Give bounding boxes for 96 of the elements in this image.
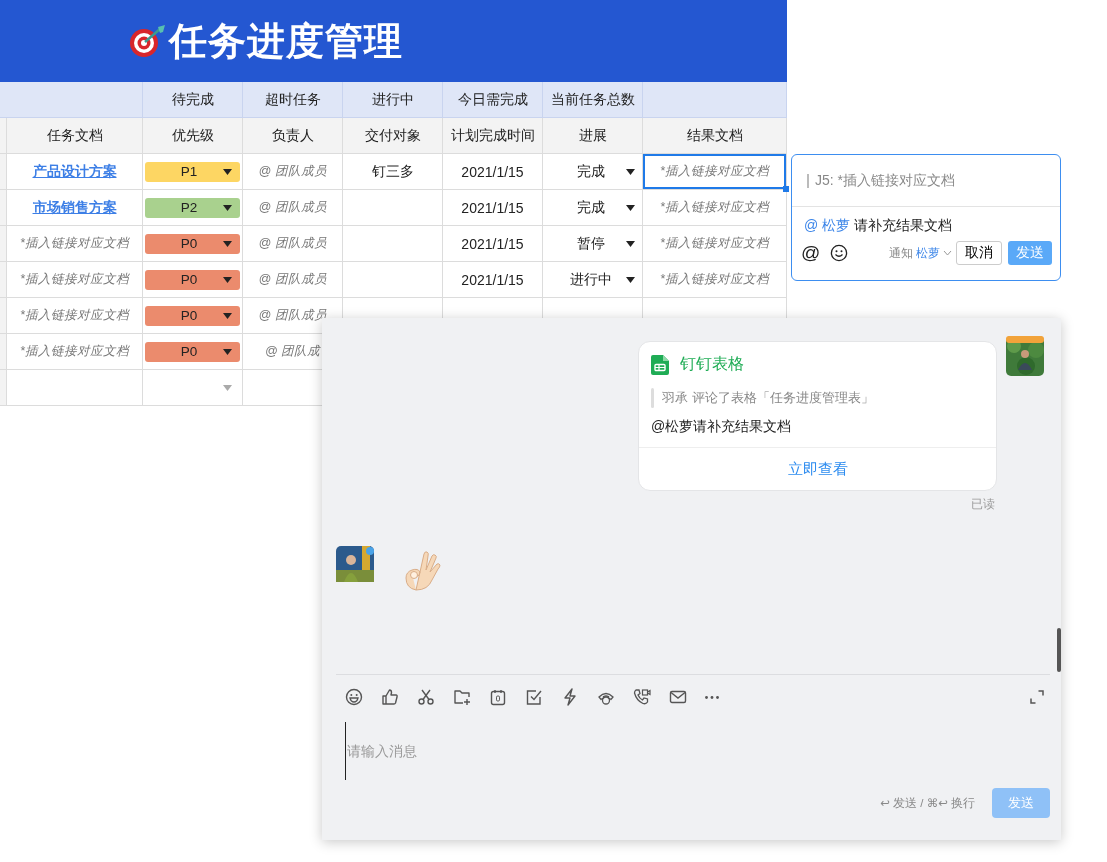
comment-input[interactable]: @ 松萝 请补充结果文档	[792, 207, 1060, 235]
cell-reference: J5: *插入链接对应文档	[815, 171, 955, 190]
emoji-icon	[345, 688, 363, 706]
mention-tag: @ 松萝	[804, 217, 851, 233]
message-text: @松萝请补充结果文档	[651, 418, 793, 436]
dart-target-icon	[127, 23, 167, 59]
column-header: 进展	[543, 118, 643, 154]
more-button[interactable]	[705, 695, 719, 699]
caret-icon	[626, 276, 635, 283]
read-receipt: 已读	[971, 496, 995, 513]
priority-dropdown[interactable]: P0	[145, 269, 240, 290]
video-call-icon	[633, 688, 651, 706]
priority-dropdown[interactable]: P0	[145, 341, 240, 362]
column-header: 任务文档	[7, 118, 143, 154]
priority-dropdown[interactable]: P2	[145, 197, 240, 218]
priority-dropdown[interactable]: P1	[145, 161, 240, 182]
header-cell: 当前任务总数	[543, 82, 643, 118]
placeholder-text: *插入链接对应文档	[660, 235, 769, 252]
scissors-icon	[417, 688, 435, 706]
member-field[interactable]: @ 团队成员	[243, 154, 343, 190]
document-link[interactable]: 市场销售方案	[32, 198, 117, 217]
scrollbar-thumb[interactable]	[1057, 628, 1061, 672]
spreadsheet-icon	[651, 354, 669, 375]
mention-button[interactable]: @	[801, 242, 821, 264]
mail-icon	[669, 688, 687, 706]
placeholder-text: *插入链接对应文档	[20, 307, 129, 324]
shortcut-hint: ↩ 发送 / ⌘↩ 换行	[880, 795, 975, 811]
scissors-button[interactable]	[417, 688, 435, 706]
placeholder-text: *插入链接对应文档	[20, 235, 129, 252]
column-header: 计划完成时间	[443, 118, 543, 154]
more-icon	[705, 695, 719, 699]
selected-cell[interactable]: *插入链接对应文档	[643, 154, 787, 190]
placeholder-text: *插入链接对应文档	[660, 271, 769, 288]
priority-dropdown[interactable]: P0	[145, 233, 240, 254]
date-text: 2021/1/15	[461, 163, 524, 180]
emoji-button[interactable]	[345, 688, 363, 706]
status-dropdown[interactable]: 进行中	[543, 262, 642, 297]
view-now-button[interactable]: 立即查看	[639, 447, 996, 490]
priority-dropdown[interactable]: P0	[145, 305, 240, 326]
document-link[interactable]: 产品设计方案	[32, 162, 117, 181]
column-header: 交付对象	[343, 118, 443, 154]
caret-icon	[223, 168, 232, 175]
member-field[interactable]: @ 团队成员	[243, 262, 343, 298]
text-cursor	[807, 173, 809, 188]
checkbox-button[interactable]	[525, 688, 543, 706]
notify-selector[interactable]: 通知 松萝	[889, 244, 952, 262]
folder-plus-icon	[453, 688, 471, 706]
caret-icon	[626, 204, 635, 211]
status-dropdown[interactable]: 暂停	[543, 226, 642, 261]
mail-button[interactable]	[669, 688, 687, 706]
quote-bar	[651, 388, 654, 408]
header-cell: 待完成	[143, 82, 243, 118]
header-cell: 超时任务	[243, 82, 343, 118]
member-field[interactable]: @ 团队成员	[243, 226, 343, 262]
fill-handle[interactable]	[783, 186, 789, 192]
date-text: 2021/1/15	[461, 235, 524, 252]
checkbox-icon	[525, 688, 543, 706]
column-header: 结果文档	[643, 118, 787, 154]
caret-icon	[223, 240, 232, 247]
table-cell: 钉三多	[371, 162, 414, 181]
cancel-button[interactable]: 取消	[956, 241, 1002, 265]
folder-plus-button[interactable]	[453, 688, 471, 706]
app-name: 钉钉表格	[680, 354, 744, 374]
member-field[interactable]: @ 团队成员	[243, 190, 343, 226]
thumbs-up-icon	[381, 688, 399, 706]
placeholder-text: *插入链接对应文档	[20, 271, 129, 288]
placeholder-text: *插入链接对应文档	[660, 163, 769, 180]
caret-icon	[223, 384, 232, 391]
expand-button[interactable]	[1030, 690, 1044, 704]
quote-text: 羽承 评论了表格「任务进度管理表」	[662, 389, 874, 407]
column-header: 优先级	[143, 118, 243, 154]
date-text: 2021/1/15	[461, 271, 524, 288]
placeholder-text: *插入链接对应文档	[20, 343, 129, 360]
status-dropdown[interactable]: 完成	[543, 154, 642, 189]
placeholder-text: *插入链接对应文档	[660, 199, 769, 216]
sheet-title: 任务进度管理	[169, 18, 403, 64]
caret-icon	[223, 312, 232, 319]
smiley-icon	[830, 244, 849, 262]
header-cell: 今日需完成	[443, 82, 543, 118]
thumbs-up-button[interactable]	[381, 688, 399, 706]
caret-icon	[223, 276, 232, 283]
chevron-down-icon	[943, 250, 952, 256]
caret-icon	[223, 348, 232, 355]
calendar-button[interactable]	[489, 688, 507, 706]
caret-icon	[626, 168, 635, 175]
emoji-button[interactable]	[830, 244, 849, 262]
expand-icon	[1030, 690, 1044, 704]
caret-icon	[223, 204, 232, 211]
column-header: 负责人	[243, 118, 343, 154]
caret-icon	[626, 240, 635, 247]
header-cell: 进行中	[343, 82, 443, 118]
status-dropdown[interactable]: 完成	[543, 190, 642, 225]
video-call-button[interactable]	[633, 688, 651, 706]
date-text: 2021/1/15	[461, 199, 524, 216]
calendar-icon	[489, 688, 507, 706]
message-input[interactable]: 请输入消息	[345, 722, 1037, 780]
